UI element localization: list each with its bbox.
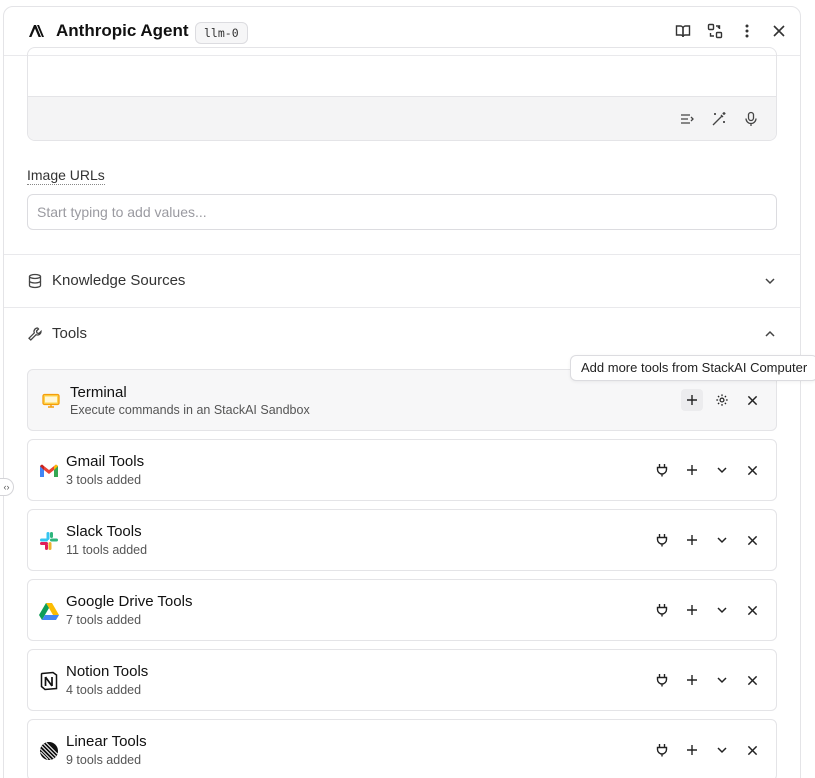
more-vertical-icon[interactable] xyxy=(737,21,757,41)
plug-icon[interactable] xyxy=(651,459,673,481)
anthropic-logo-icon xyxy=(26,21,46,41)
chevron-down-icon[interactable] xyxy=(711,739,733,761)
add-button[interactable] xyxy=(681,599,703,621)
remove-tool-button[interactable] xyxy=(741,669,763,691)
tool-card-slack: Slack Tools 11 tools added xyxy=(27,509,777,571)
tools-label: Tools xyxy=(52,325,88,342)
linear-icon xyxy=(38,740,60,762)
add-tools-button[interactable] xyxy=(681,389,703,411)
tooltip: Add more tools from StackAI Computer xyxy=(570,355,815,381)
close-icon[interactable] xyxy=(769,21,789,41)
model-badge: llm-0 xyxy=(195,22,248,44)
tools-section[interactable]: Tools xyxy=(4,307,800,360)
tool-card-notion: Notion Tools 4 tools added xyxy=(27,649,777,711)
chevron-down-icon[interactable] xyxy=(711,459,733,481)
remove-tool-button[interactable] xyxy=(741,529,763,551)
plug-icon[interactable] xyxy=(651,599,673,621)
list-insert-icon[interactable] xyxy=(677,109,697,129)
tool-name: Google Drive Tools xyxy=(66,593,193,610)
tool-subtitle: 7 tools added xyxy=(66,613,142,627)
tool-subtitle: Execute commands in an StackAI Sandbox xyxy=(70,403,310,417)
add-button[interactable] xyxy=(681,459,703,481)
add-button[interactable] xyxy=(681,739,703,761)
image-urls-input[interactable] xyxy=(27,194,777,230)
wrench-icon xyxy=(27,326,43,342)
plug-icon[interactable] xyxy=(651,529,673,551)
tool-name: Slack Tools xyxy=(66,523,142,540)
add-button[interactable] xyxy=(681,529,703,551)
gear-icon[interactable] xyxy=(711,389,733,411)
database-icon xyxy=(27,273,43,289)
image-urls-label: Image URLs xyxy=(27,167,105,185)
notion-icon xyxy=(38,670,60,692)
tool-card-linear: Linear Tools 9 tools added xyxy=(27,719,777,778)
chevron-down-icon[interactable] xyxy=(711,529,733,551)
chevron-down-icon[interactable] xyxy=(711,669,733,691)
remove-tool-button[interactable] xyxy=(741,459,763,481)
add-button[interactable] xyxy=(681,669,703,691)
tool-name: Terminal xyxy=(70,384,127,401)
knowledge-sources-section[interactable]: Knowledge Sources xyxy=(4,254,800,307)
plug-icon[interactable] xyxy=(651,669,673,691)
tool-subtitle: 3 tools added xyxy=(66,473,142,487)
tool-name: Notion Tools xyxy=(66,663,149,680)
chevron-down-icon[interactable] xyxy=(762,273,778,289)
agent-panel: Anthropic Agent llm-0 Image URLs Start t… xyxy=(3,6,801,778)
tool-name: Gmail Tools xyxy=(66,453,145,470)
chevron-up-icon[interactable] xyxy=(762,326,778,342)
chevron-down-icon[interactable] xyxy=(711,599,733,621)
tool-subtitle: 4 tools added xyxy=(66,683,142,697)
book-open-icon[interactable] xyxy=(673,21,693,41)
gmail-icon xyxy=(38,460,60,482)
remove-tool-button[interactable] xyxy=(741,739,763,761)
plug-icon[interactable] xyxy=(651,739,673,761)
prompt-box[interactable] xyxy=(27,47,777,141)
swap-icon[interactable] xyxy=(705,21,725,41)
slack-icon xyxy=(38,530,60,552)
tool-name: Linear Tools xyxy=(66,733,147,750)
google-drive-icon xyxy=(38,600,60,622)
magic-wand-icon[interactable] xyxy=(709,109,729,129)
agent-title: Anthropic Agent xyxy=(56,21,189,40)
tool-subtitle: 9 tools added xyxy=(66,753,142,767)
tool-subtitle: 11 tools added xyxy=(66,543,148,557)
knowledge-sources-label: Knowledge Sources xyxy=(52,272,186,289)
prompt-toolbar xyxy=(28,96,776,140)
tool-card-gmail: Gmail Tools 3 tools added xyxy=(27,439,777,501)
tool-card-google-drive: Google Drive Tools 7 tools added xyxy=(27,579,777,641)
microphone-icon[interactable] xyxy=(741,109,761,129)
monitor-icon xyxy=(40,390,62,412)
remove-tool-button[interactable] xyxy=(741,599,763,621)
remove-tool-button[interactable] xyxy=(741,389,763,411)
